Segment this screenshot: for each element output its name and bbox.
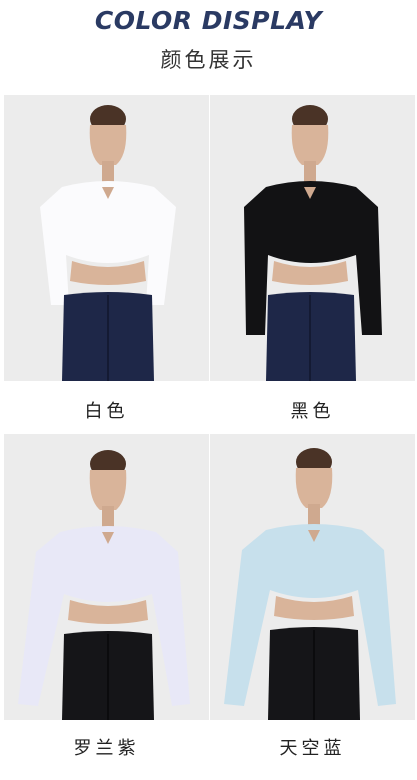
model-illustration — [4, 434, 209, 720]
product-photo-black[interactable] — [210, 95, 415, 381]
color-label-white: 白色 — [84, 401, 129, 422]
product-photo-lavender[interactable] — [4, 434, 209, 720]
color-label-lavender: 罗兰紫 — [73, 738, 140, 759]
page-title: COLOR DISPLAY — [94, 6, 323, 35]
product-photo-white[interactable] — [4, 95, 209, 381]
model-illustration — [210, 95, 415, 381]
model-illustration — [210, 434, 415, 720]
page-subtitle: 颜色展示 — [160, 48, 257, 72]
color-label-sky-blue: 天空蓝 — [279, 738, 346, 759]
model-illustration — [4, 95, 209, 381]
color-label-black: 黑色 — [290, 401, 335, 422]
product-photo-sky-blue[interactable] — [210, 434, 415, 720]
